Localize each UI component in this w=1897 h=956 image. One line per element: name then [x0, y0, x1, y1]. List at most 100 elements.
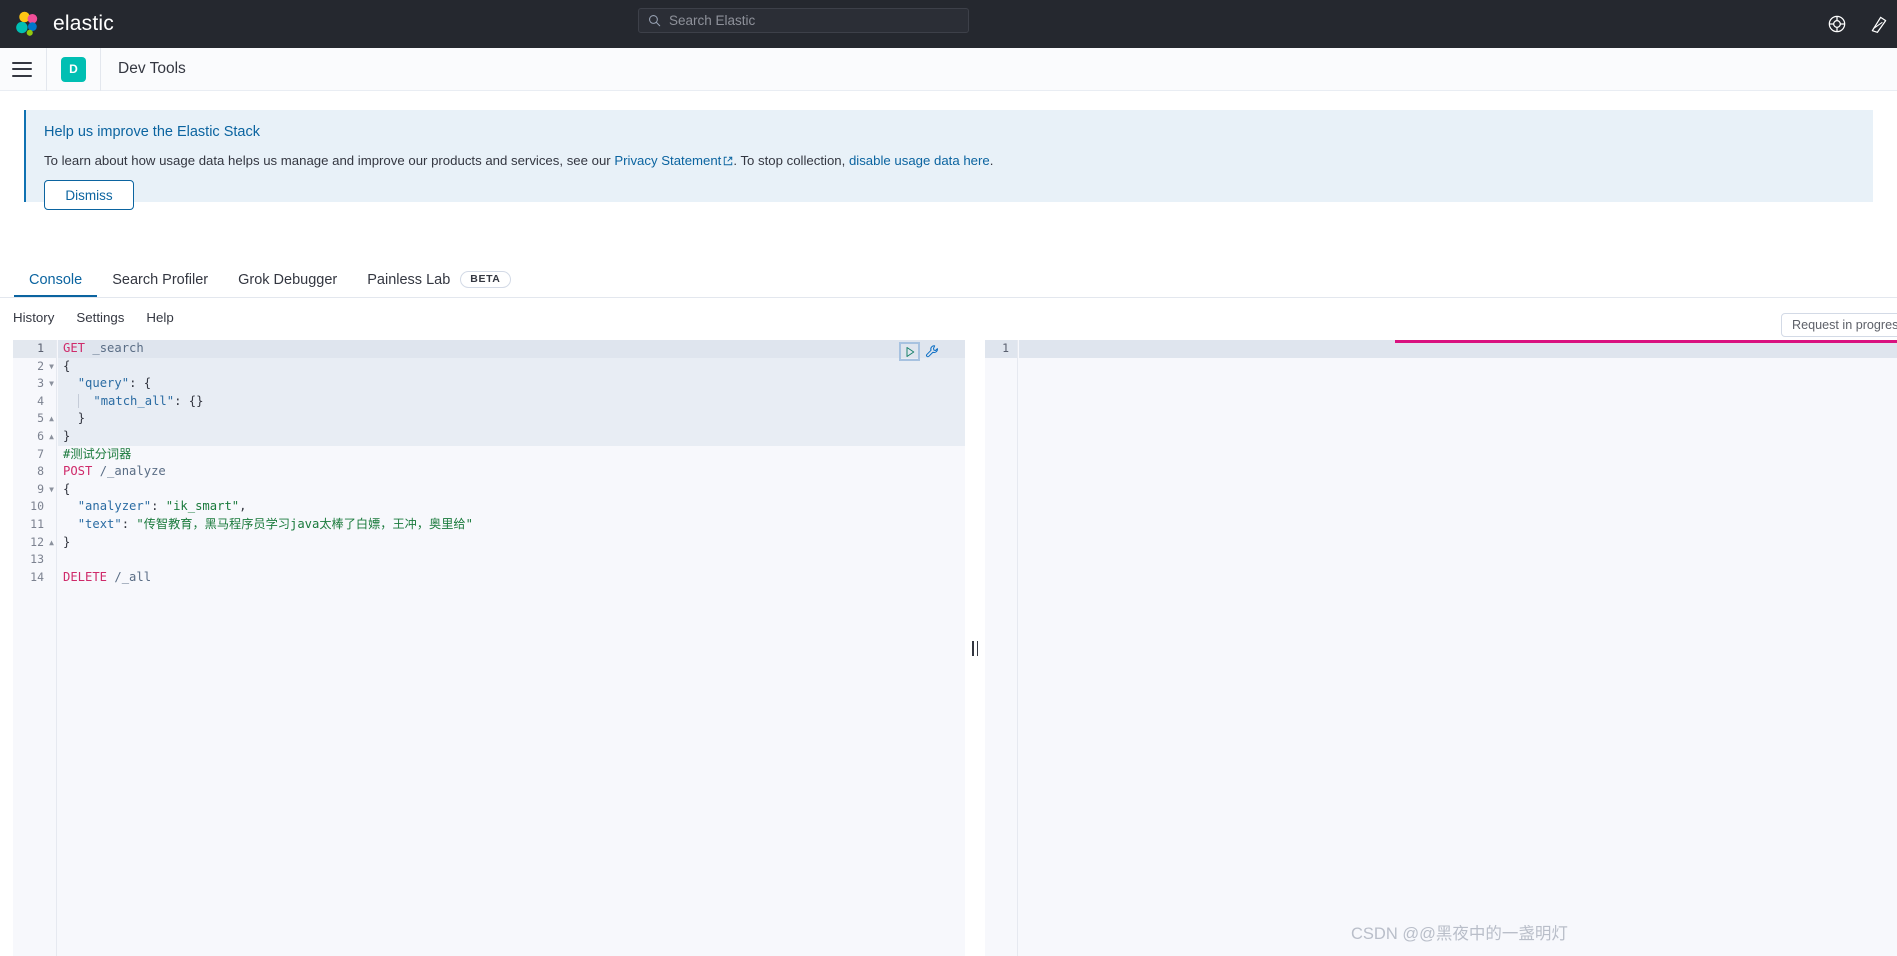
code-line[interactable]: #测试分词器 — [58, 446, 965, 464]
request-editor[interactable]: 1 2 ▼ 3 ▼ 4 5 ▲ 6 ▲ 7 8 9 ▼ 10 11 12 ▲ 13 14 GET _search{ "… — [13, 340, 965, 956]
response-viewer[interactable]: 1 — [985, 340, 1897, 956]
token-punct: : { — [129, 376, 152, 391]
fold-expand-icon[interactable]: ▲ — [45, 428, 54, 446]
console-menu-history[interactable]: History — [13, 310, 54, 325]
code-line[interactable]: "match_all": {} — [58, 392, 965, 411]
fold-expand-icon[interactable]: ▲ — [45, 534, 54, 552]
line-number: 6 ▲ — [13, 428, 56, 446]
token-string: "传智教育，黑马程序员学习java太棒了白嫖，王冲，奥里给" — [136, 516, 473, 531]
code-line[interactable]: POST /_analyze — [58, 463, 965, 481]
token-method: DELETE — [63, 569, 108, 584]
tab-label: Grok Debugger — [238, 271, 338, 288]
line-number: 3 ▼ — [13, 375, 56, 393]
chrome-divider-right — [100, 47, 101, 91]
code-line[interactable]: } — [58, 427, 965, 446]
tab-console[interactable]: Console — [14, 262, 98, 297]
tab-grok-debugger[interactable]: Grok Debugger — [223, 262, 352, 297]
tab-search-profiler[interactable]: Search Profiler — [97, 262, 223, 297]
request-options-button[interactable] — [923, 343, 941, 361]
global-search-input[interactable]: Search Elastic — [638, 8, 969, 33]
disable-usage-data-link[interactable]: disable usage data here — [849, 153, 990, 168]
token-string: "ik_smart" — [165, 499, 240, 514]
hamburger-menu-icon[interactable] — [12, 61, 32, 77]
line-number: 8 — [13, 463, 56, 481]
news-feed-icon[interactable] — [1869, 14, 1889, 34]
privacy-statement-link[interactable]: Privacy Statement — [614, 153, 721, 168]
play-icon — [906, 346, 914, 357]
editor-code-area[interactable]: GET _search{ "query": { "match_all": {} … — [58, 340, 965, 956]
brand-name: elastic — [53, 12, 114, 35]
line-number: 1 — [13, 340, 56, 358]
callout-body: To learn about how usage data helps us m… — [44, 152, 1855, 169]
token-punct: : — [151, 499, 166, 514]
request-progress-bar — [1395, 340, 1897, 343]
line-number-value: 10 — [30, 499, 44, 514]
console-menu-help[interactable]: Help — [146, 310, 173, 325]
search-icon — [649, 15, 661, 27]
code-line[interactable]: { — [58, 357, 965, 376]
app-chrome-bar: D Dev Tools — [0, 47, 1897, 91]
callout-title: Help us improve the Elastic Stack — [44, 124, 260, 140]
line-number: 13 — [13, 551, 56, 569]
token-key: "text" — [77, 516, 122, 531]
callout-text-suffix: . — [989, 153, 994, 168]
token-method: POST — [63, 464, 93, 479]
token-punct: } — [63, 428, 71, 443]
request-status-badge: Request in progress… — [1781, 313, 1897, 337]
global-search-placeholder: Search Elastic — [669, 13, 756, 28]
console-menu-settings[interactable]: Settings — [76, 310, 124, 325]
line-number: 7 — [13, 446, 56, 464]
line-number-value: 4 — [37, 393, 44, 408]
line-number-value: 5 — [37, 411, 44, 426]
fold-collapse-icon[interactable]: ▼ — [45, 375, 54, 393]
page-title: Dev Tools — [118, 60, 186, 77]
token-punct: { — [63, 481, 71, 496]
code-line[interactable]: "analyzer": "ik_smart", — [58, 498, 965, 516]
code-line[interactable]: { — [58, 481, 965, 499]
elastic-brand[interactable]: elastic — [14, 10, 114, 38]
response-line-number-gutter: 1 — [985, 340, 1018, 956]
app-badge[interactable]: D — [61, 56, 86, 82]
editor-line-number-gutter: 1 2 ▼ 3 ▼ 4 5 ▲ 6 ▲ 7 8 9 ▼ 10 11 12 ▲ 13 14 — [13, 340, 57, 956]
line-number-value: 6 — [37, 428, 44, 443]
line-number: 5 ▲ — [13, 410, 56, 428]
line-number-value: 11 — [30, 516, 44, 531]
code-line[interactable] — [58, 551, 965, 569]
send-request-play-button[interactable] — [899, 342, 920, 361]
resize-grip-icon — [971, 640, 980, 656]
console-panes: 1 2 ▼ 3 ▼ 4 5 ▲ 6 ▲ 7 8 9 ▼ 10 11 12 ▲ 13 14 GET _search{ "… — [0, 340, 1897, 956]
header-action-icons — [1827, 0, 1897, 48]
fold-collapse-icon[interactable]: ▼ — [45, 481, 54, 499]
token-punct: : {} — [174, 393, 204, 408]
line-number: 2 ▼ — [13, 358, 56, 376]
beta-badge: BETA — [460, 270, 511, 289]
code-line[interactable]: } — [58, 410, 965, 428]
tab-label: Console — [29, 271, 83, 288]
code-line[interactable]: GET _search — [58, 340, 965, 358]
pane-resize-handle[interactable] — [965, 340, 985, 956]
fold-expand-icon[interactable]: ▲ — [45, 410, 54, 428]
tab-label: Painless Lab — [367, 271, 451, 288]
token-url: /_analyze — [99, 464, 166, 479]
help-icon[interactable] — [1827, 14, 1847, 34]
request-action-buttons — [899, 342, 941, 361]
tab-painless-lab[interactable]: Painless Lab BETA — [352, 262, 525, 297]
chrome-divider-left — [46, 47, 47, 91]
fold-collapse-icon[interactable]: ▼ — [45, 358, 54, 376]
line-number-value: 8 — [37, 464, 44, 479]
code-line[interactable]: DELETE /_all — [58, 569, 965, 587]
token-key: "analyzer" — [77, 499, 152, 514]
token-url: /_all — [114, 569, 152, 584]
line-number-value: 1 — [37, 341, 44, 355]
code-line[interactable]: "text": "传智教育，黑马程序员学习java太棒了白嫖，王冲，奥里给" — [58, 516, 965, 534]
code-line[interactable]: } — [58, 534, 965, 552]
global-header: elastic Search Elastic — [0, 0, 1897, 48]
line-number: 10 — [13, 498, 56, 516]
response-line-number: 1 — [985, 340, 1017, 358]
dismiss-button[interactable]: Dismiss — [44, 180, 134, 211]
code-line[interactable]: "query": { — [58, 375, 965, 393]
line-number-value: 12 — [30, 534, 44, 549]
